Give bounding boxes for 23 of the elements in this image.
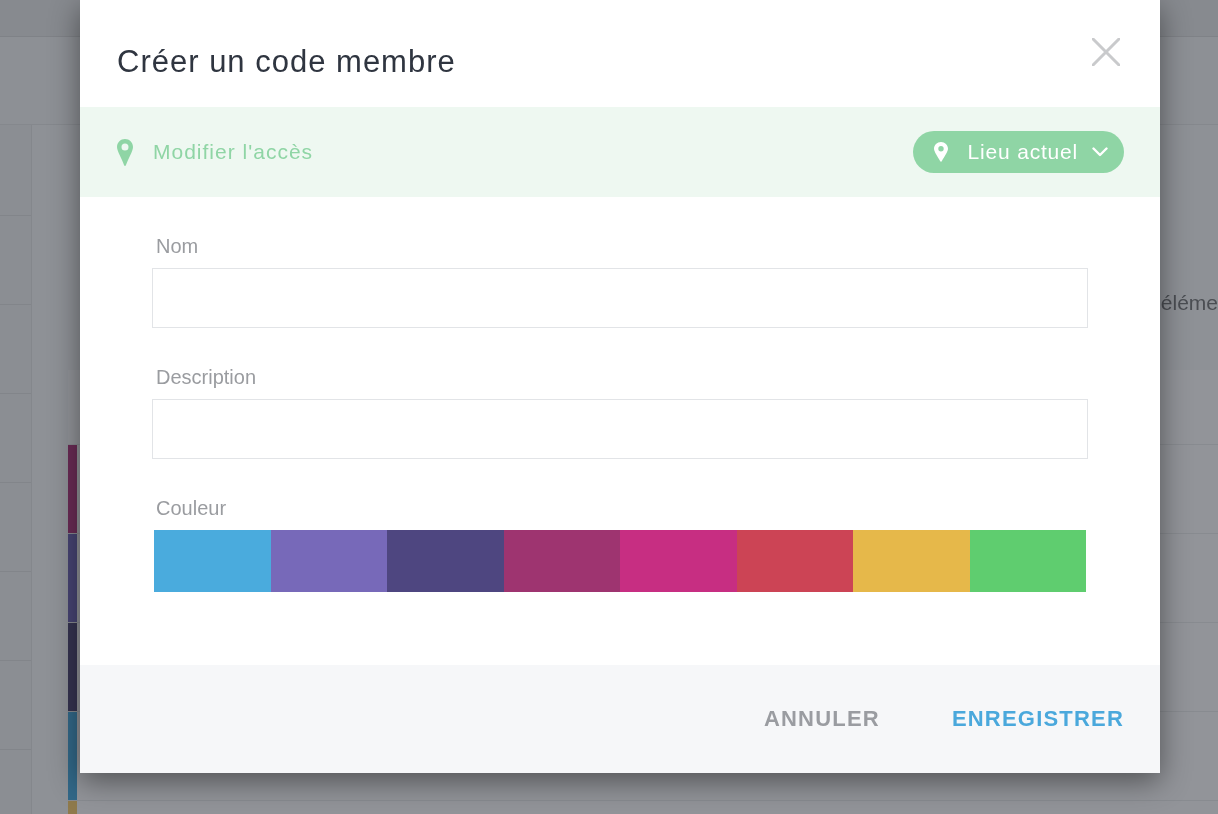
chevron-down-icon — [1092, 147, 1108, 157]
background-text: éléme — [1160, 290, 1218, 316]
color-swatch[interactable] — [620, 530, 737, 592]
close-icon[interactable] — [1092, 38, 1120, 66]
color-swatch[interactable] — [736, 530, 853, 592]
dialog-title: Créer un code membre — [117, 44, 456, 80]
access-link[interactable]: Modifier l'accès — [153, 140, 314, 164]
color-swatch[interactable] — [969, 530, 1086, 592]
field-label: Description — [156, 365, 257, 389]
map-pin-icon — [933, 142, 948, 162]
color-swatch[interactable] — [270, 530, 387, 592]
save-button[interactable]: ENREGISTRER — [951, 702, 1124, 736]
color-swatch[interactable] — [387, 530, 504, 592]
field-label: Nom — [156, 234, 199, 258]
input-field[interactable] — [152, 399, 1088, 459]
field-label: Couleur — [156, 496, 227, 520]
color-swatch[interactable] — [503, 530, 620, 592]
color-swatch[interactable] — [154, 530, 271, 592]
location-dropdown[interactable]: Lieu actuel — [912, 131, 1124, 173]
cancel-button[interactable]: ANNULER — [763, 702, 880, 736]
color-swatch[interactable] — [853, 530, 970, 592]
input-field[interactable] — [152, 268, 1088, 328]
map-pin-icon — [117, 138, 133, 166]
